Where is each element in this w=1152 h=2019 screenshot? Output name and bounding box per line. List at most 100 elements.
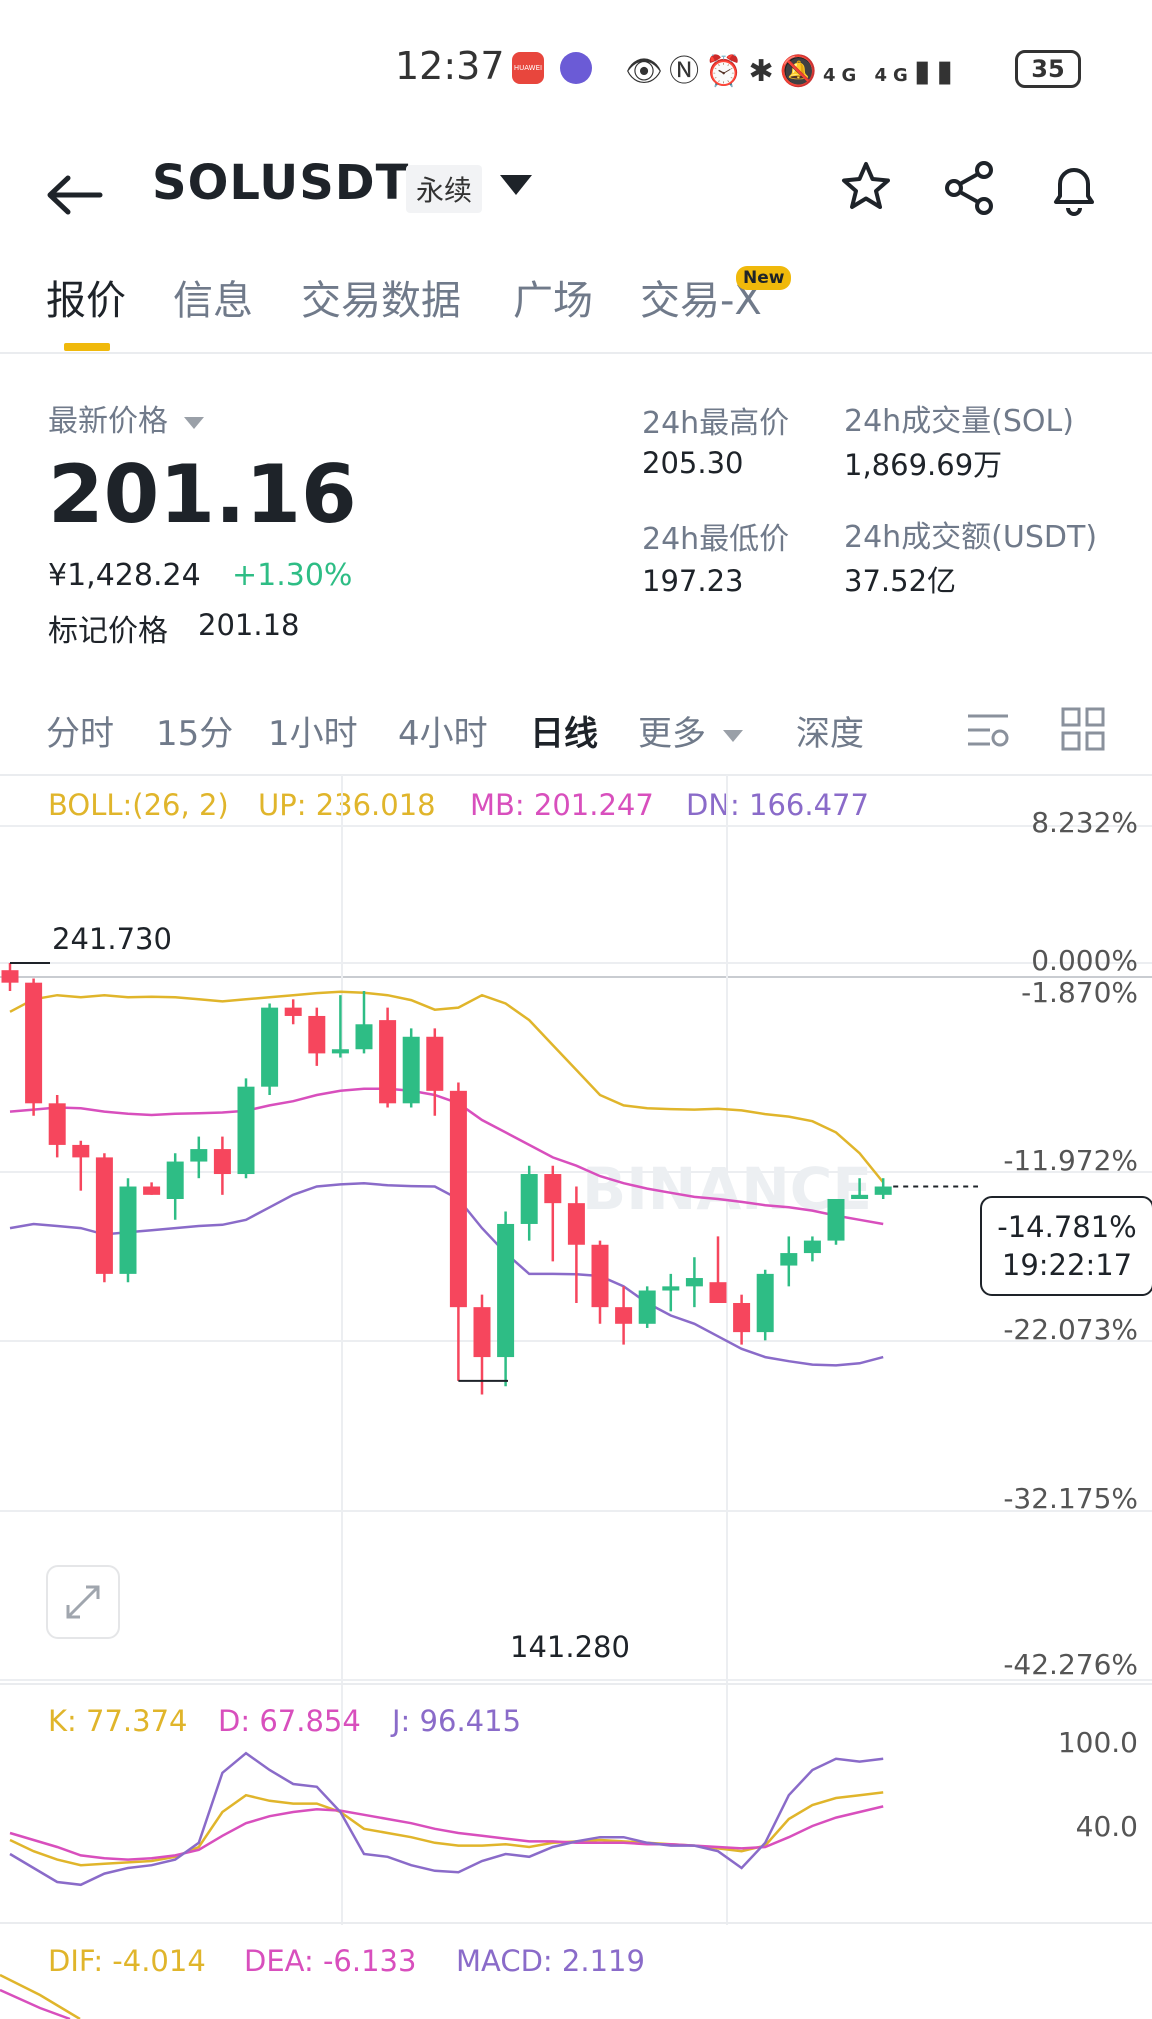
tab-trading-data[interactable]: 交易数据 bbox=[301, 268, 461, 326]
latest-price-label[interactable]: 最新价格 bbox=[48, 396, 204, 440]
axis-label-6: -32.175% bbox=[1003, 1482, 1138, 1515]
high-marker-label: 241.730 bbox=[52, 922, 172, 956]
interval-4h[interactable]: 4小时 bbox=[398, 706, 488, 755]
candle bbox=[874, 1186, 892, 1195]
mark-price-label: 标记价格 bbox=[48, 614, 168, 649]
status-icons: 👁Ⓝ⏰✱🔕4G 4G▮▮ bbox=[625, 46, 959, 90]
candle bbox=[685, 1278, 703, 1287]
volume-label: 24h成交量(SOL) bbox=[844, 404, 1074, 439]
tab-info[interactable]: 信息 bbox=[173, 268, 253, 326]
kdj-d: D: 67.854 bbox=[218, 1704, 361, 1738]
new-badge: New bbox=[736, 266, 792, 290]
interval-15m[interactable]: 15分 bbox=[156, 706, 233, 755]
amount-label: 24h成交额(USDT) bbox=[844, 520, 1098, 555]
star-icon bbox=[842, 162, 890, 209]
candle bbox=[237, 1086, 255, 1175]
candle bbox=[473, 1307, 491, 1358]
axis-label-5: -22.073% bbox=[1003, 1313, 1138, 1346]
kdj-lines bbox=[0, 1751, 884, 2019]
high-value: 205.30 bbox=[642, 446, 744, 480]
indicator-settings-button[interactable] bbox=[964, 706, 1012, 758]
tabs-divider bbox=[0, 352, 1152, 354]
interval-1d[interactable]: 日线 bbox=[530, 706, 598, 755]
candle bbox=[213, 1149, 231, 1175]
boll-up-line bbox=[9, 990, 885, 1184]
kdj-k: K: 77.374 bbox=[48, 1704, 188, 1738]
alert-button[interactable] bbox=[1044, 158, 1104, 218]
low-label: 24h最低价 bbox=[642, 522, 790, 557]
interval-more-label: 更多 bbox=[638, 714, 706, 754]
app-notification-icon bbox=[560, 52, 592, 84]
mark-price: 201.18 bbox=[198, 608, 300, 642]
interval-more[interactable]: 更多 bbox=[638, 706, 743, 755]
macd-dif-line bbox=[0, 1973, 81, 2019]
candle bbox=[709, 1282, 727, 1303]
tab-active-indicator bbox=[64, 343, 110, 351]
candle bbox=[48, 1103, 66, 1145]
candle bbox=[756, 1273, 774, 1333]
candle bbox=[1, 970, 19, 983]
candlestick-chart[interactable]: BINANCE bbox=[0, 775, 1152, 2019]
kdj-j-line bbox=[9, 1751, 884, 1887]
candle bbox=[851, 1194, 869, 1199]
star-button[interactable] bbox=[836, 158, 896, 218]
axis-label-3: -1.870% bbox=[1021, 976, 1138, 1009]
candle bbox=[803, 1240, 821, 1254]
candle bbox=[166, 1161, 184, 1199]
candle bbox=[95, 1157, 113, 1274]
eye-icon: 👁 bbox=[625, 54, 670, 89]
countdown: 19:22:17 bbox=[1001, 1248, 1133, 1282]
fullscreen-button[interactable] bbox=[46, 1565, 120, 1639]
kdj-divider bbox=[0, 1683, 1152, 1685]
interval-1h[interactable]: 1小时 bbox=[268, 706, 358, 755]
layout-button[interactable] bbox=[1060, 706, 1106, 756]
candle bbox=[261, 1007, 279, 1087]
chevron-down-icon[interactable] bbox=[500, 175, 532, 195]
kdj-k-line bbox=[9, 1791, 884, 1867]
status-time: 12:37 bbox=[395, 44, 505, 88]
candle bbox=[284, 1007, 302, 1016]
share-button[interactable] bbox=[940, 158, 1000, 218]
macd-dea-line bbox=[0, 1988, 71, 2019]
last-price: 201.16 bbox=[48, 448, 357, 541]
macd-value: MACD: 2.119 bbox=[456, 1944, 645, 1978]
back-button[interactable] bbox=[40, 160, 110, 230]
interval-time[interactable]: 分时 bbox=[46, 706, 114, 755]
tab-square[interactable]: 广场 bbox=[513, 268, 593, 326]
candle bbox=[544, 1174, 562, 1204]
kdj-d-line bbox=[9, 1805, 884, 1861]
axis-label-2: 0.000% bbox=[1031, 944, 1138, 977]
chart-grid bbox=[0, 775, 1152, 1925]
bell-icon bbox=[1054, 168, 1094, 216]
interval-depth[interactable]: 深度 bbox=[796, 706, 864, 755]
candle bbox=[520, 1174, 538, 1224]
grid-icon bbox=[1061, 707, 1105, 751]
arrow-left-icon bbox=[47, 175, 103, 215]
candle bbox=[119, 1186, 137, 1274]
signal-icon: 4G 4G bbox=[822, 65, 914, 86]
pair-title[interactable]: SOLUSDT bbox=[152, 155, 409, 211]
candle bbox=[331, 1049, 349, 1054]
candle bbox=[733, 1302, 751, 1333]
candle bbox=[449, 1090, 467, 1308]
signal-bars-icon: ▮▮ bbox=[913, 54, 959, 89]
current-price-tag: -14.781% 19:22:17 bbox=[980, 1196, 1152, 1296]
candle bbox=[308, 1015, 326, 1054]
candle bbox=[379, 1020, 397, 1104]
mute-icon: 🔕 bbox=[779, 54, 823, 89]
expand-icon bbox=[66, 1585, 100, 1619]
kdj-axis-mid: 40.0 bbox=[1075, 1810, 1138, 1843]
perpetual-badge: 永续 bbox=[406, 165, 483, 213]
tab-quote[interactable]: 报价 bbox=[46, 268, 126, 326]
nfc-icon: Ⓝ bbox=[669, 54, 706, 89]
candle bbox=[402, 1036, 420, 1104]
kdj-j: J: 96.415 bbox=[392, 1704, 522, 1738]
candle bbox=[567, 1203, 585, 1245]
candle bbox=[615, 1307, 633, 1324]
macd-dif: DIF: -4.014 bbox=[48, 1944, 206, 1978]
axis-label-7: -42.276% bbox=[1003, 1648, 1138, 1681]
bluetooth-icon: ✱ bbox=[748, 54, 780, 89]
high-label: 24h最高价 bbox=[642, 406, 790, 441]
candle bbox=[426, 1036, 444, 1091]
volume-value: 1,869.69万 bbox=[844, 448, 1003, 482]
